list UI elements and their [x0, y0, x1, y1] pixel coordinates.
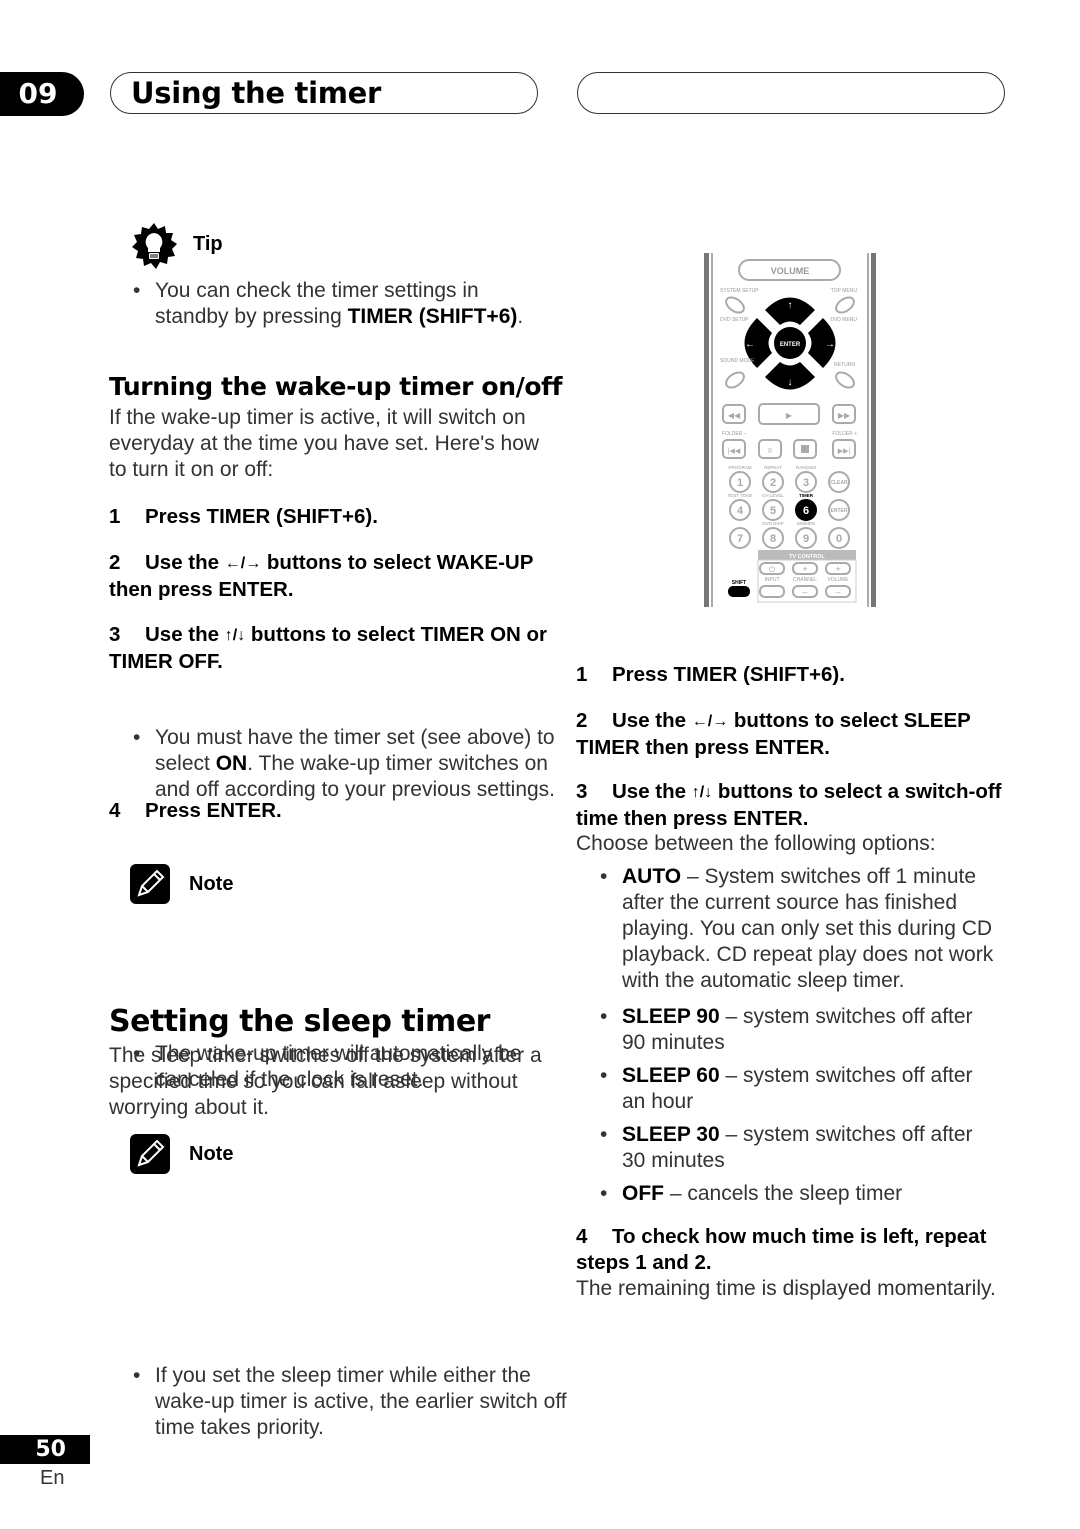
- svg-text:SYSTEM SETUP: SYSTEM SETUP: [720, 288, 759, 294]
- wakeup-step-2: 2 Use the ←/→ buttons to select WAKE-UP t…: [109, 551, 534, 601]
- sleep-option-60: SLEEP 60 – system switches off after an …: [600, 1063, 1000, 1115]
- remote-key-caption: RANDOM: [796, 465, 816, 470]
- svg-text:RETURN: RETURN: [834, 362, 855, 368]
- remote-key-label: 7: [737, 533, 743, 545]
- remote-key-label: 1: [737, 477, 743, 489]
- left-right-arrows-icon: ←/→: [224, 555, 262, 572]
- tip-bullet: You can check the timer settings in stan…: [133, 278, 555, 330]
- sleep-step-4-detail: The remaining time is displayed momentar…: [576, 1277, 996, 1300]
- svg-text:+: +: [835, 564, 840, 574]
- svg-text:⏻: ⏻: [769, 565, 776, 574]
- remote-key-label: 4: [737, 505, 744, 517]
- left-right-arrows-icon: ←/→: [691, 713, 729, 730]
- svg-text:|◀◀: |◀◀: [728, 448, 741, 455]
- svg-text:↓: ↓: [788, 377, 793, 388]
- svg-text:II: II: [768, 448, 772, 455]
- remote-control-illustration: VOLUME SYSTEM SETUP TOP MENU DVD SETUP D…: [700, 250, 880, 610]
- sleep-options-list: AUTO – System switches off 1 minute afte…: [600, 864, 1000, 1207]
- pencil-note-icon: [130, 864, 170, 904]
- svg-text:FOLDER –: FOLDER –: [722, 431, 747, 437]
- svg-text:–: –: [835, 587, 840, 597]
- svg-text:▶: ▶: [786, 411, 793, 420]
- remote-key-caption: DIMMER: [797, 521, 816, 526]
- sleep-option-auto: AUTO – System switches off 1 minute afte…: [600, 864, 1000, 994]
- svg-text:+: +: [802, 564, 807, 574]
- sleep-option-30: SLEEP 30 – system switches off after 30 …: [600, 1122, 1000, 1174]
- remote-key-caption: TIMER: [799, 493, 814, 498]
- remote-key-caption: CH LEVEL: [762, 493, 784, 498]
- remote-key-label: 5: [770, 505, 776, 517]
- note-label: Note: [189, 873, 234, 895]
- shift-button: [728, 586, 750, 597]
- volume-label: VOLUME: [771, 266, 810, 276]
- svg-text:▶▶: ▶▶: [838, 411, 851, 420]
- remote-key-label: 2: [770, 477, 776, 489]
- remote-key-label: 9: [803, 533, 809, 545]
- svg-text:INPUT: INPUT: [765, 577, 780, 583]
- svg-text:ENTER: ENTER: [780, 342, 801, 348]
- remote-key-caption: DVD DISP: [762, 521, 783, 526]
- remote-key-caption: PROGRAM: [728, 465, 752, 470]
- wakeup-step-3: 3 Use the ↑/↓ buttons to select TIMER ON …: [109, 623, 548, 673]
- sleep-note-text: If you set the sleep timer while either …: [133, 1363, 570, 1441]
- up-down-arrows-icon: ↑/↓: [691, 784, 713, 801]
- chapter-title: Using the timer: [131, 76, 382, 110]
- svg-text:TV CONTROL: TV CONTROL: [789, 554, 825, 560]
- sleep-step-3-intro: Choose between the following options:: [576, 832, 936, 855]
- svg-text:▶▶|: ▶▶|: [838, 448, 851, 455]
- sleep-option-off: OFF – cancels the sleep timer: [600, 1181, 1000, 1207]
- svg-text:↑: ↑: [788, 300, 793, 311]
- svg-text:SHIFT: SHIFT: [732, 580, 746, 586]
- sleep-step-2: 2 Use the ←/→ buttons to select SLEEP TIM…: [576, 709, 971, 759]
- language-label: En: [40, 1467, 65, 1489]
- svg-text:VOLUME: VOLUME: [827, 577, 849, 583]
- wakeup-step-4: 4 Press ENTER.: [109, 799, 282, 822]
- wakeup-step-1: 1 Press TIMER (SHIFT+6).: [109, 505, 378, 528]
- remote-key-label: 0: [836, 533, 842, 545]
- lightbulb-tip-icon: [130, 222, 178, 270]
- remote-key-caption: TEST TONE: [727, 493, 752, 498]
- svg-text:→: →: [825, 339, 835, 350]
- remote-key-label: CLEAR: [830, 480, 848, 486]
- sleep-option-90: SLEEP 90 – system switches off after 90 …: [600, 1004, 1000, 1056]
- svg-text:DVD MENU: DVD MENU: [830, 317, 857, 323]
- wakeup-step-3-bullet: You must have the timer set (see above) …: [133, 725, 560, 803]
- tip-label: Tip: [193, 233, 223, 255]
- remote-key-label: 8: [770, 533, 776, 545]
- svg-text:◀◀: ◀◀: [728, 411, 741, 420]
- sleep-intro: The sleep timer switches off the system …: [109, 1044, 542, 1119]
- remote-key-label: 3: [803, 477, 809, 489]
- wakeup-heading: Turning the wake-up timer on/off: [109, 372, 563, 401]
- sleep-step-3: 3 Use the ↑/↓ buttons to select a switch-…: [576, 780, 1002, 830]
- sleep-step-1: 1 Press TIMER (SHIFT+6).: [576, 663, 845, 686]
- pencil-note-icon: [130, 1134, 170, 1174]
- remote-key-caption: REPEAT: [764, 465, 782, 470]
- svg-text:–: –: [802, 587, 807, 597]
- sleep-heading: Setting the sleep timer: [109, 1004, 490, 1039]
- svg-text:←: ←: [745, 339, 755, 350]
- sleep-step-4: 4 To check how much time is left, repeat …: [576, 1225, 987, 1274]
- svg-text:TOP MENU: TOP MENU: [831, 288, 858, 294]
- svg-text:DVD SETUP: DVD SETUP: [720, 317, 749, 323]
- svg-text:SOUND MODE: SOUND MODE: [720, 358, 755, 364]
- chapter-number-tab: 09: [0, 72, 84, 116]
- svg-text:FOLDER +: FOLDER +: [832, 431, 857, 437]
- svg-text:CHANNEL: CHANNEL: [793, 577, 817, 583]
- chapter-title-box: Using the timer: [110, 72, 538, 114]
- up-down-arrows-icon: ↑/↓: [224, 627, 246, 644]
- wakeup-intro: If the wake-up timer is active, it will …: [109, 406, 540, 481]
- page-number: 50: [0, 1435, 90, 1464]
- remote-key-label: ENTER: [831, 508, 848, 514]
- header-right-box: [577, 72, 1005, 114]
- note-label: Note: [189, 1143, 234, 1165]
- remote-key-label: 6: [803, 505, 809, 517]
